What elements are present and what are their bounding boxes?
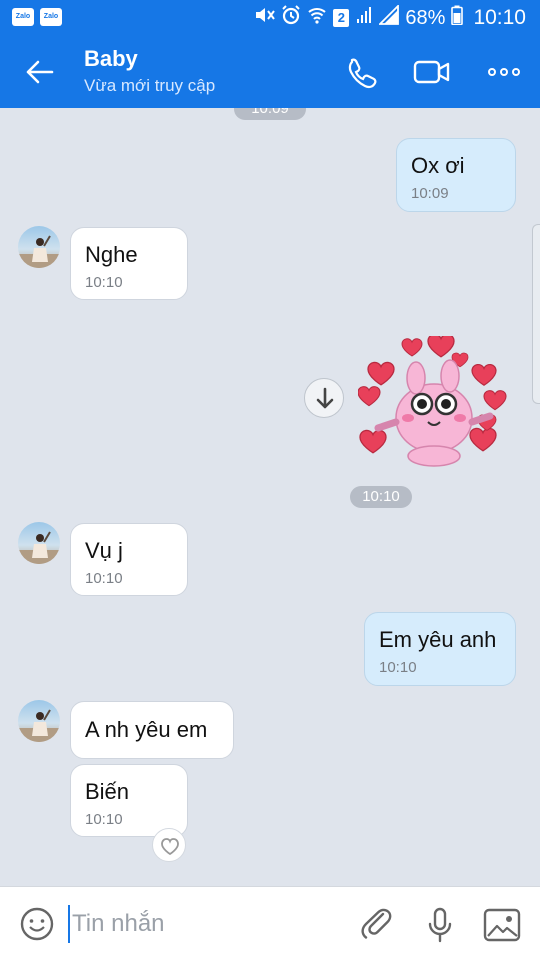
avatar[interactable] xyxy=(18,226,60,268)
sticker-time: 10:10 xyxy=(350,486,412,508)
back-arrow-icon xyxy=(26,60,54,84)
message-text: Ox ơi xyxy=(411,153,465,178)
emoji-button[interactable] xyxy=(18,905,56,943)
image-button[interactable] xyxy=(482,905,522,945)
message-text: Nghe xyxy=(85,242,138,267)
message-time: 10:10 xyxy=(85,811,123,828)
call-button[interactable] xyxy=(340,52,384,92)
message-time: 10:10 xyxy=(85,570,123,587)
emoji-icon xyxy=(20,907,54,941)
message-bubble-incoming[interactable]: Vụ j 10:10 xyxy=(70,523,188,596)
message-text: Em yêu anh xyxy=(379,627,497,652)
message-text: Vụ j xyxy=(85,538,123,563)
alarm-icon xyxy=(281,5,301,31)
react-button[interactable] xyxy=(152,828,186,862)
mic-button[interactable] xyxy=(420,905,460,945)
wifi-icon xyxy=(307,5,327,31)
status-icons: 2 68% 10:10 xyxy=(253,3,526,31)
chat-header: Baby Vừa mới truy cập xyxy=(0,36,540,108)
message-text: Biến xyxy=(85,779,130,804)
attach-button[interactable] xyxy=(356,905,396,945)
video-call-icon xyxy=(413,60,450,84)
zalo-notification-icon: Zalo xyxy=(12,8,34,26)
phone-icon xyxy=(348,58,377,89)
battery-percent: 68% xyxy=(405,6,446,29)
message-list[interactable]: 10:09 Ox ơi 10:09 Nghe 10:10 10:10 Vụ j … xyxy=(0,108,540,886)
sim-badge: 2 xyxy=(333,9,350,27)
clock: 10:10 xyxy=(473,6,526,29)
heart-icon xyxy=(161,838,179,856)
message-bubble-incoming[interactable]: Biến 10:10 xyxy=(70,764,188,837)
battery-icon xyxy=(451,5,464,31)
download-button[interactable] xyxy=(304,378,344,418)
avatar[interactable] xyxy=(18,522,60,564)
image-icon xyxy=(483,908,521,942)
more-options-button[interactable] xyxy=(484,52,528,92)
time-divider: 10:09 xyxy=(234,108,306,120)
message-time: 10:10 xyxy=(379,659,417,676)
mute-icon xyxy=(253,5,276,31)
composer-bar xyxy=(0,886,540,960)
mic-icon xyxy=(428,907,452,943)
status-bar: Zalo Zalo 2 68% 10:10 xyxy=(0,0,540,36)
signal-icon xyxy=(355,5,373,31)
message-bubble-outgoing[interactable]: Em yêu anh 10:10 xyxy=(364,612,516,686)
contact-name[interactable]: Baby xyxy=(84,46,138,72)
message-bubble-outgoing[interactable]: Ox ơi 10:09 xyxy=(396,138,516,212)
video-call-button[interactable] xyxy=(410,52,454,92)
more-icon xyxy=(488,68,520,76)
message-text: A nh yêu em xyxy=(85,717,208,742)
message-bubble-incoming[interactable]: Nghe 10:10 xyxy=(70,227,188,300)
back-button[interactable] xyxy=(18,50,62,94)
pink-bunny-hearts-sticker[interactable] xyxy=(357,333,510,476)
scroll-handle[interactable] xyxy=(532,224,540,404)
message-input[interactable] xyxy=(68,905,338,943)
zalo-notification-icon: Zalo xyxy=(40,8,62,26)
avatar[interactable] xyxy=(18,700,60,742)
message-bubble-incoming[interactable]: A nh yêu em xyxy=(70,701,234,759)
attach-icon xyxy=(361,908,392,939)
download-arrow-icon xyxy=(316,387,334,409)
message-time: 10:10 xyxy=(85,274,123,291)
message-time: 10:09 xyxy=(411,185,449,202)
contact-status: Vừa mới truy cập xyxy=(84,76,216,95)
signal-icon xyxy=(378,3,400,31)
